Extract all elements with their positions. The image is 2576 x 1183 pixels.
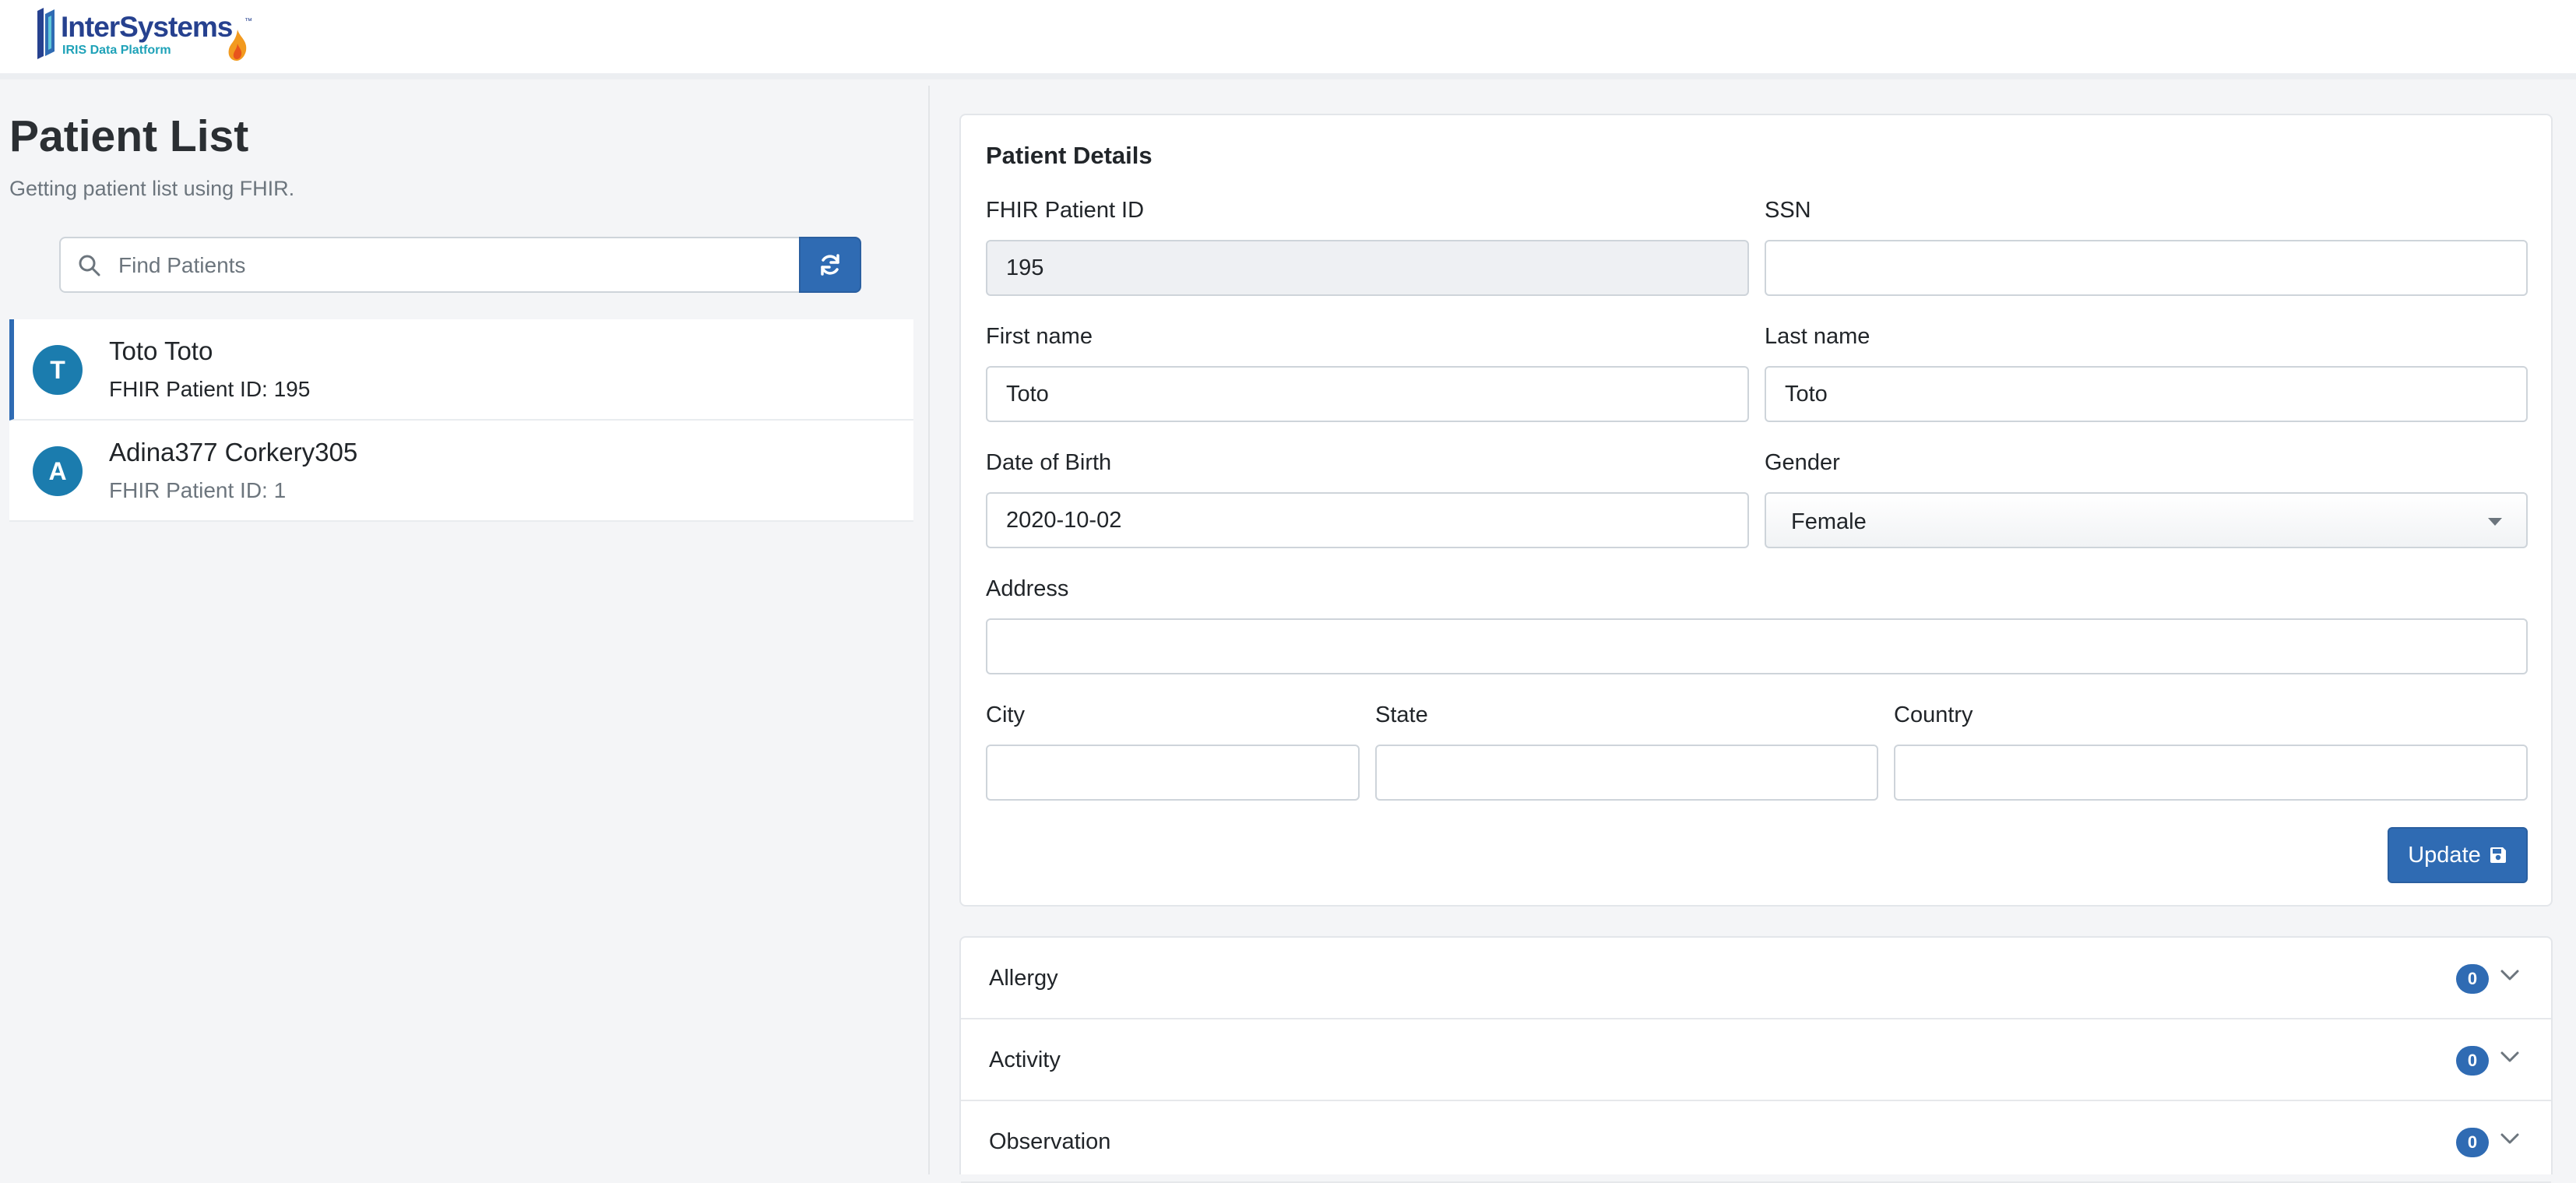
accordion-label: Observation (989, 1129, 1111, 1154)
patient-name: Adina377 Corkery305 (109, 438, 358, 467)
chevron-down-icon[interactable] (2500, 1051, 2520, 1063)
first-name-label: First name (986, 324, 1093, 349)
chevron-down-icon[interactable] (2500, 969, 2520, 981)
accordion-item-activity[interactable]: Activity 0 (961, 1019, 2551, 1101)
count-badge: 0 (2456, 1128, 2489, 1157)
refresh-button[interactable] (799, 237, 861, 293)
gender-selected-value: Female (1791, 509, 1867, 534)
flame-icon (228, 30, 247, 61)
patient-name: Toto Toto (109, 336, 213, 365)
address-label: Address (986, 576, 1069, 601)
search-icon (79, 255, 100, 276)
logo-trademark: ™ (245, 17, 252, 26)
count-badge: 0 (2456, 964, 2489, 994)
state-label: State (1375, 702, 1428, 727)
count-badge: 0 (2456, 1046, 2489, 1076)
patient-fhir-id: FHIR Patient ID: 1 (109, 478, 287, 502)
search-bar (9, 231, 913, 308)
search-input[interactable] (118, 246, 788, 285)
ssn-label: SSN (1765, 198, 1811, 223)
patient-details-card: Patient Details FHIR Patient ID SSN Firs… (959, 114, 2553, 907)
chevron-down-icon[interactable] (2500, 1132, 2520, 1145)
caret-down-icon (2488, 518, 2502, 526)
patient-fhir-id: FHIR Patient ID: 195 (109, 377, 311, 401)
accordion-label: Allergy (989, 966, 1058, 991)
country-field[interactable] (1894, 745, 2528, 801)
top-header: InterSystems ™ IRIS Data Platform (0, 0, 2576, 79)
refresh-icon (821, 254, 839, 276)
update-button[interactable]: Update (2388, 827, 2528, 883)
card-title: Patient Details (986, 142, 1153, 169)
first-name-field[interactable] (986, 366, 1749, 422)
state-field[interactable] (1375, 745, 1878, 801)
last-name-field[interactable] (1765, 366, 2528, 422)
avatar: T (33, 345, 83, 395)
logo-subbrand-text: IRIS Data Platform (62, 44, 171, 57)
intersystems-logo[interactable]: InterSystems ™ IRIS Data Platform (31, 6, 265, 62)
last-name-label: Last name (1765, 324, 1870, 349)
avatar: A (33, 446, 83, 496)
logo-mark-icon (37, 8, 55, 59)
resources-accordion: Allergy 0 Activity 0 Observation 0 (959, 936, 2553, 1183)
page-subtitle: Getting patient list using FHIR. (9, 177, 295, 200)
patient-list-item[interactable]: T Toto Toto FHIR Patient ID: 195 (9, 319, 913, 421)
fhir-id-field[interactable] (986, 240, 1749, 296)
patient-list-item[interactable]: A Adina377 Corkery305 FHIR Patient ID: 1 (9, 421, 913, 522)
city-label: City (986, 702, 1025, 727)
country-label: Country (1894, 702, 1973, 727)
logo-brand-text: InterSystems (61, 11, 233, 43)
search-field (59, 237, 807, 293)
fhir-id-label: FHIR Patient ID (986, 198, 1145, 223)
gender-label: Gender (1765, 450, 1840, 475)
dob-label: Date of Birth (986, 450, 1112, 475)
accordion-item-allergy[interactable]: Allergy 0 (961, 938, 2551, 1019)
patient-list: T Toto Toto FHIR Patient ID: 195 A Adina… (9, 319, 913, 522)
patient-list-panel: Patient List Getting patient list using … (0, 86, 930, 1174)
gender-select[interactable]: Female (1765, 492, 2528, 548)
accordion-label: Activity (989, 1047, 1061, 1072)
page-title: Patient List (9, 111, 249, 161)
accordion-item-observation[interactable]: Observation 0 (961, 1101, 2551, 1183)
dob-field[interactable] (986, 492, 1749, 548)
save-icon (2490, 847, 2506, 863)
update-button-label: Update (2408, 842, 2481, 868)
city-field[interactable] (986, 745, 1360, 801)
address-field[interactable] (986, 618, 2528, 674)
ssn-field[interactable] (1765, 240, 2528, 296)
